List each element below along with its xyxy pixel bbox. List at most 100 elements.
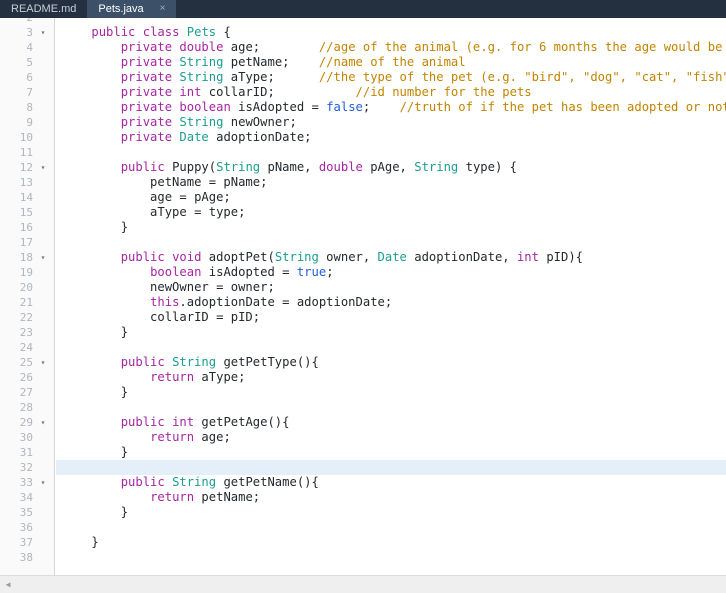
code-line[interactable]: 19 boolean isAdopted = true;: [0, 265, 726, 280]
code-line[interactable]: 31 }: [0, 445, 726, 460]
line-number: 7: [26, 86, 33, 99]
code-line[interactable]: 22 collarID = pID;: [0, 310, 726, 325]
code-line[interactable]: 21 this.adoptionDate = adoptionDate;: [0, 295, 726, 310]
code-text: private boolean isAdopted = false; //tru…: [120, 100, 726, 114]
code-editor[interactable]: 23▾ public class Pets {4 private double …: [0, 18, 726, 575]
line-number: 23: [19, 326, 33, 339]
code-text: this.adoptionDate = adoptionDate;: [150, 295, 393, 309]
code-text: private String aType; //the type of the …: [120, 70, 726, 84]
code-line[interactable]: 7 private int collarID; //id number for …: [0, 85, 726, 100]
line-number: 11: [19, 146, 33, 159]
line-number: 3: [26, 26, 33, 39]
line-number: 16: [19, 221, 33, 234]
line-number: 20: [19, 281, 33, 294]
code-surface[interactable]: 23▾ public class Pets {4 private double …: [0, 18, 726, 575]
code-text: private Date adoptionDate;: [120, 130, 312, 144]
code-line[interactable]: 8 private boolean isAdopted = false; //t…: [0, 100, 726, 115]
code-line[interactable]: 14 age = pAge;: [0, 190, 726, 205]
code-text: return aType;: [150, 370, 246, 384]
line-number: 25: [19, 356, 33, 369]
line-number: 24: [19, 341, 33, 354]
tab-label: Pets.java: [98, 3, 144, 15]
code-line[interactable]: 37 }: [0, 535, 726, 550]
line-number: 6: [26, 71, 33, 84]
line-number: 21: [19, 296, 33, 309]
code-line[interactable]: 5 private String petName; //name of the …: [0, 55, 726, 70]
code-text: aType = type;: [62, 205, 246, 219]
scroll-left-arrow-icon[interactable]: ◀: [0, 576, 16, 593]
line-number: 12: [19, 161, 33, 174]
line-number: 4: [26, 41, 33, 54]
line-number: 31: [19, 446, 33, 459]
code-fold-arrow-icon[interactable]: ▾: [38, 475, 48, 490]
scrollbar-track[interactable]: [16, 576, 726, 593]
line-number: 2: [0, 18, 33, 25]
code-line[interactable]: 3 ▾ public class Pets {: [0, 25, 726, 40]
code-text: }: [62, 445, 129, 459]
code-line[interactable]: 10 private Date adoptionDate;: [0, 130, 726, 145]
code-line[interactable]: 20 newOwner = owner;: [0, 280, 726, 295]
code-line[interactable]: 18 ▾ public void adoptPet(String owner, D…: [0, 250, 726, 265]
code-line[interactable]: 27 }: [0, 385, 726, 400]
tab-readme-md[interactable]: README.md: [0, 0, 87, 18]
code-line[interactable]: 28: [0, 400, 726, 415]
line-number: 15: [19, 206, 33, 219]
line-number: 10: [19, 131, 33, 144]
line-number: 28: [19, 401, 33, 414]
line-number: 26: [19, 371, 33, 384]
line-number: 38: [19, 551, 33, 564]
tab-pets-java[interactable]: Pets.java ×: [87, 0, 176, 18]
code-line[interactable]: 4 private double age; //age of the anima…: [0, 40, 726, 55]
code-line[interactable]: 13 petName = pName;: [0, 175, 726, 190]
line-number: 32: [19, 461, 33, 474]
code-text: }: [62, 505, 129, 519]
code-line[interactable]: 17: [0, 235, 726, 250]
code-text: }: [62, 385, 129, 399]
current-line-highlight: [56, 460, 726, 475]
code-line[interactable]: 9 private String newOwner;: [0, 115, 726, 130]
code-line[interactable]: 2: [0, 18, 726, 25]
code-line[interactable]: 29 ▾ public int getPetAge(){: [0, 415, 726, 430]
code-text: newOwner = owner;: [62, 280, 275, 294]
code-text: public String getPetName(){: [120, 475, 319, 489]
code-fold-arrow-icon[interactable]: ▾: [38, 250, 48, 265]
code-line[interactable]: 36: [0, 520, 726, 535]
code-text: public Puppy(String pName, double pAge, …: [120, 160, 517, 174]
code-line[interactable]: 38: [0, 550, 726, 565]
code-line[interactable]: 25 ▾ public String getPetType(){: [0, 355, 726, 370]
line-number: 36: [19, 521, 33, 534]
code-line[interactable]: 30 return age;: [0, 430, 726, 445]
code-text: }: [62, 325, 129, 339]
code-line[interactable]: 11: [0, 145, 726, 160]
code-text: petName = pName;: [62, 175, 268, 189]
code-fold-arrow-icon[interactable]: ▾: [38, 25, 48, 40]
horizontal-scrollbar[interactable]: ◀: [0, 575, 726, 593]
line-number: 35: [19, 506, 33, 519]
line-number: 14: [19, 191, 33, 204]
code-line[interactable]: 6 private String aType; //the type of th…: [0, 70, 726, 85]
code-text: public void adoptPet(String owner, Date …: [120, 250, 584, 264]
code-line[interactable]: 32: [0, 460, 726, 475]
code-line[interactable]: 16 }: [0, 220, 726, 235]
code-fold-arrow-icon[interactable]: ▾: [38, 415, 48, 430]
code-fold-arrow-icon[interactable]: ▾: [38, 160, 48, 175]
code-text: }: [62, 535, 99, 549]
code-line[interactable]: 23 }: [0, 325, 726, 340]
code-text: collarID = pID;: [62, 310, 261, 324]
code-text: private String newOwner;: [120, 115, 297, 129]
code-line[interactable]: 15 aType = type;: [0, 205, 726, 220]
line-number: 8: [26, 101, 33, 114]
code-line[interactable]: 35 }: [0, 505, 726, 520]
code-text: }: [62, 220, 129, 234]
code-text: boolean isAdopted = true;: [150, 265, 334, 279]
code-line[interactable]: 33 ▾ public String getPetName(){: [0, 475, 726, 490]
code-text: public int getPetAge(){: [120, 415, 290, 429]
code-line[interactable]: 26 return aType;: [0, 370, 726, 385]
code-fold-arrow-icon[interactable]: ▾: [38, 355, 48, 370]
line-number: 30: [19, 431, 33, 444]
code-line[interactable]: 24: [0, 340, 726, 355]
code-text: private int collarID; //id number for th…: [120, 85, 532, 99]
code-line[interactable]: 12 ▾ public Puppy(String pName, double pA…: [0, 160, 726, 175]
code-line[interactable]: 34 return petName;: [0, 490, 726, 505]
close-icon[interactable]: ×: [156, 0, 170, 18]
